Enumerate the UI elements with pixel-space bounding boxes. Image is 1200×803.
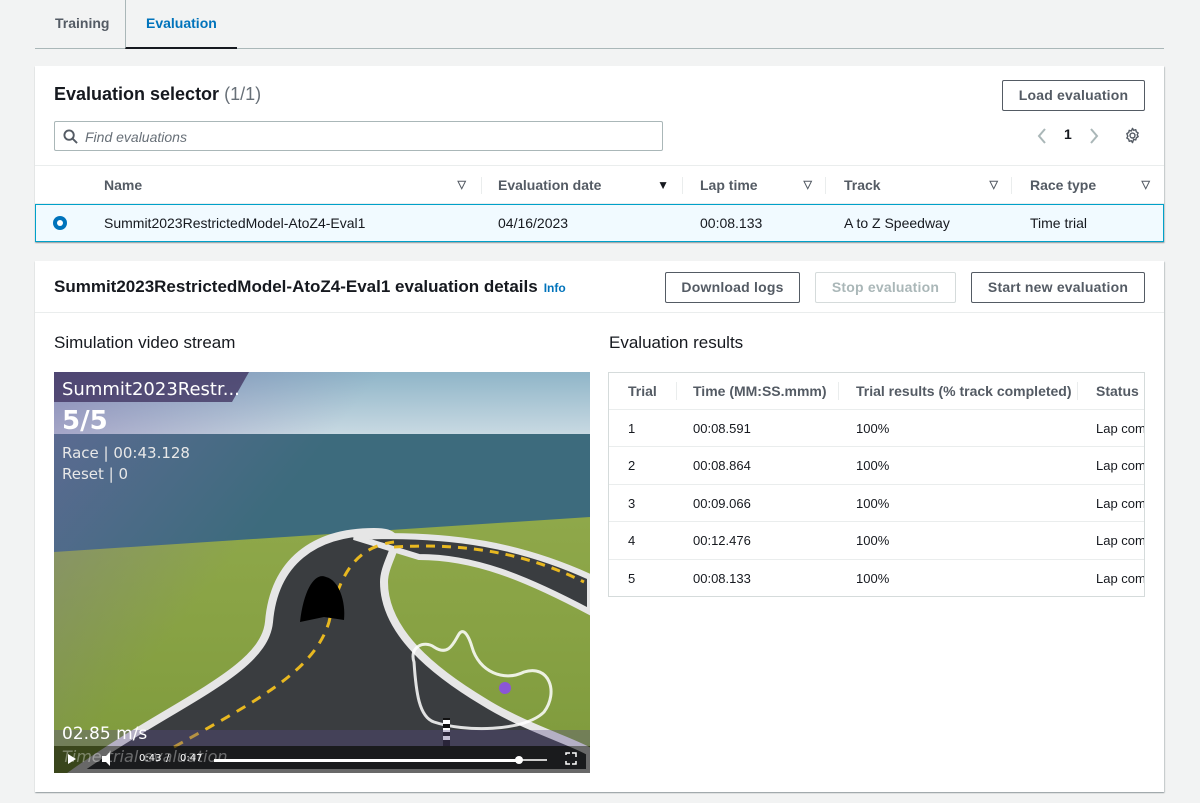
results-pct: 100% [856,421,890,436]
results-section-title: Evaluation results [609,333,744,352]
tab-bar: Training Evaluation [35,0,1164,49]
sort-icon[interactable]: ▽ [458,166,466,204]
table-row[interactable]: Summit2023RestrictedModel-AtoZ4-Eval1 04… [35,204,1164,242]
selector-title-text: Evaluation selector [54,84,220,104]
gear-icon[interactable] [1124,127,1141,144]
chevron-left-icon[interactable] [1037,128,1047,144]
selector-title: Evaluation selector (1/1) [54,84,261,105]
results-row: 4 00:12.476 100% Lap complete [609,521,1145,559]
sort-icon[interactable]: ▽ [804,166,812,204]
results-time: 00:12.476 [693,533,751,548]
results-trial: 4 [628,533,636,548]
video-current-time: 0:43 [139,753,162,764]
evaluation-selector-panel: Evaluation selector (1/1) Load evaluatio… [35,66,1164,242]
results-row: 5 00:08.133 100% Lap complete [609,559,1145,596]
tab-training[interactable]: Training [35,0,129,49]
results-column-status: Status [1096,383,1139,399]
results-status: Lap complete [1096,571,1145,586]
evaluation-details-panel: Summit2023RestrictedModel-AtoZ4-Eval1 ev… [35,261,1164,792]
results-row: 3 00:09.066 100% Lap complete [609,484,1145,522]
column-separator [838,382,839,400]
results-trial: 2 [628,458,636,473]
results-row: 1 00:08.591 100% Lap complete [609,409,1145,447]
row-race-type: Time trial [1030,215,1088,231]
simulation-video[interactable]: Summit2023Restr... 5/5 Race | 00:43.128 … [54,372,590,773]
video-duration: 0:47 [180,753,203,764]
results-pct: 100% [856,458,890,473]
results-trial: 3 [628,496,636,511]
results-status: Lap complete [1096,421,1145,436]
video-model-name: Summit2023Restr... [62,379,240,400]
results-trial: 5 [628,571,636,586]
volume-icon[interactable] [96,748,118,772]
simulation-scene [54,372,590,773]
selector-count: (1/1) [224,84,262,104]
column-track-label: Track [844,177,881,193]
details-title-text: Summit2023RestrictedModel-AtoZ4-Eval1 ev… [54,277,538,296]
sort-descending-icon[interactable]: ▼ [657,166,669,204]
search-input[interactable]: Find evaluations [54,121,663,151]
download-logs-button[interactable]: Download logs [665,272,800,303]
video-progress-slider[interactable] [210,752,550,768]
results-pct: 100% [856,496,890,511]
column-lap-time-label: Lap time [700,177,758,193]
column-name[interactable]: Name ▽ [104,166,466,204]
video-time-separator: / [166,753,170,764]
sort-icon[interactable]: ▽ [1142,166,1150,204]
row-date: 04/16/2023 [498,215,569,231]
results-status: Lap complete [1096,458,1145,473]
fullscreen-icon[interactable] [560,748,582,772]
results-status: Lap complete [1096,533,1145,548]
results-status: Lap complete [1096,496,1145,511]
results-trial: 1 [628,421,636,436]
results-time: 00:08.133 [693,571,751,586]
column-separator [1077,382,1078,400]
tab-evaluation[interactable]: Evaluation [125,0,237,49]
row-radio-button[interactable] [53,216,67,230]
column-track[interactable]: Track ▽ [844,166,998,204]
column-separator [481,177,482,194]
column-separator [676,382,677,400]
results-column-time: Time (MM:SS.mmm) [693,383,827,399]
results-column-trial: Trial [628,383,657,399]
search-placeholder: Find evaluations [85,129,187,145]
load-evaluation-button[interactable]: Load evaluation [1002,80,1145,111]
results-row: 2 00:08.864 100% Lap complete [609,446,1145,484]
evaluation-results-table: Trial Time (MM:SS.mmm) Trial results (% … [608,372,1145,597]
divider [35,312,1164,313]
row-name: Summit2023RestrictedModel-AtoZ4-Eval1 [104,215,366,231]
details-title: Summit2023RestrictedModel-AtoZ4-Eval1 ev… [54,277,566,297]
column-race-type-label: Race type [1030,177,1097,193]
column-separator [1011,177,1012,194]
results-time: 00:09.066 [693,496,751,511]
results-column-trial-results: Trial results (% track completed) [856,383,1072,399]
play-icon[interactable] [58,748,84,772]
column-date-label: Evaluation date [498,177,602,193]
video-lap-counter: 5/5 [62,406,108,436]
chevron-right-icon[interactable] [1089,128,1099,144]
row-lap-time: 00:08.133 [700,215,763,231]
video-speed: 02.85 m/s [62,724,148,744]
video-race-time: Race | 00:43.128 [62,444,190,462]
column-separator [682,177,683,194]
search-icon [63,129,78,144]
row-track: A to Z Speedway [844,215,950,231]
column-separator [825,177,826,194]
video-section-title: Simulation video stream [54,333,236,352]
table-header: Name ▽ Evaluation date ▼ Lap time ▽ Trac… [35,165,1164,204]
results-time: 00:08.864 [693,458,751,473]
sort-icon[interactable]: ▽ [990,166,998,204]
start-new-evaluation-button[interactable]: Start new evaluation [971,272,1145,303]
results-pct: 100% [856,571,890,586]
results-time: 00:08.591 [693,421,751,436]
video-reset-count: Reset | 0 [62,465,129,483]
column-evaluation-date[interactable]: Evaluation date ▼ [498,166,669,204]
info-link[interactable]: Info [544,281,566,295]
column-name-label: Name [104,177,143,193]
column-lap-time[interactable]: Lap time ▽ [700,166,812,204]
stop-evaluation-button[interactable]: Stop evaluation [815,272,956,303]
page-number[interactable]: 1 [1064,126,1072,142]
results-pct: 100% [856,533,890,548]
column-race-type[interactable]: Race type ▽ [1030,166,1150,204]
